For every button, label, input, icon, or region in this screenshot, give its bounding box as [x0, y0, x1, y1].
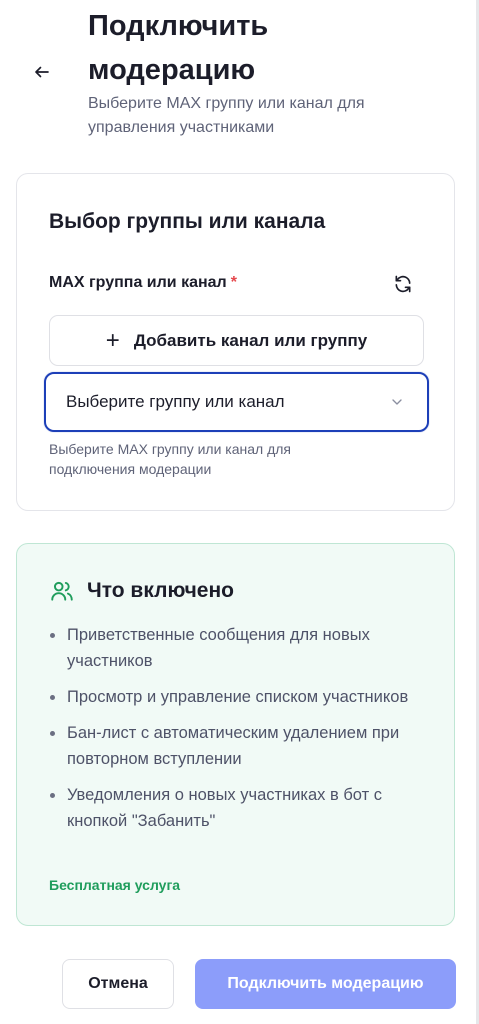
refresh-button[interactable] — [391, 272, 415, 296]
users-icon — [51, 581, 73, 601]
plus-icon: + — [105, 326, 120, 354]
refresh-icon — [395, 275, 411, 293]
selection-card-title: Выбор группы или канала — [49, 210, 326, 233]
back-button[interactable] — [30, 60, 54, 84]
group-select[interactable]: Выберите группу или канал — [44, 372, 429, 432]
free-service-label: Бесплатная услуга — [49, 877, 181, 893]
feature-item: Просмотр и управление списком участников — [49, 684, 429, 710]
features-list: Приветственные сообщения для новых участ… — [49, 622, 429, 844]
included-features-card: Что включено Приветственные сообщения дл… — [16, 543, 455, 926]
group-select-value: Выберите группу или канал — [66, 392, 285, 411]
add-channel-button[interactable]: + Добавить канал или группу — [49, 315, 424, 366]
arrow-left-icon — [35, 66, 49, 78]
chevron-down-icon — [392, 399, 402, 405]
page-title-line-1: Подключить — [88, 10, 269, 42]
included-title: Что включено — [87, 579, 234, 602]
connect-moderation-page: Подключить модерацию Выберите MAX группу… — [0, 0, 479, 1024]
group-field-helper: Выберите MAX группу или канал для подклю… — [49, 441, 292, 477]
page-title: Подключить модерацию — [88, 4, 448, 92]
page-title-line-2: модерацию — [88, 54, 256, 86]
add-channel-button-label: Добавить канал или группу — [133, 330, 368, 350]
group-field-label-text: MAX группа или канал — [49, 274, 227, 291]
cancel-button[interactable]: Отмена — [62, 959, 174, 1009]
feature-item: Уведомления о новых участниках в бот с к… — [49, 782, 429, 834]
group-field-label: MAX группа или канал * — [49, 274, 237, 292]
page-subtitle: Выберите MAX группу или канал для управл… — [88, 95, 365, 136]
connect-moderation-button[interactable]: Подключить модерацию — [195, 959, 456, 1009]
required-mark: * — [230, 274, 237, 291]
feature-item: Бан-лист с автоматическим удалением при … — [49, 720, 429, 772]
included-header: Что включено — [49, 578, 234, 604]
feature-item: Приветственные сообщения для новых участ… — [49, 622, 429, 674]
group-selection-card: Выбор группы или канала MAX группа или к… — [16, 173, 455, 511]
